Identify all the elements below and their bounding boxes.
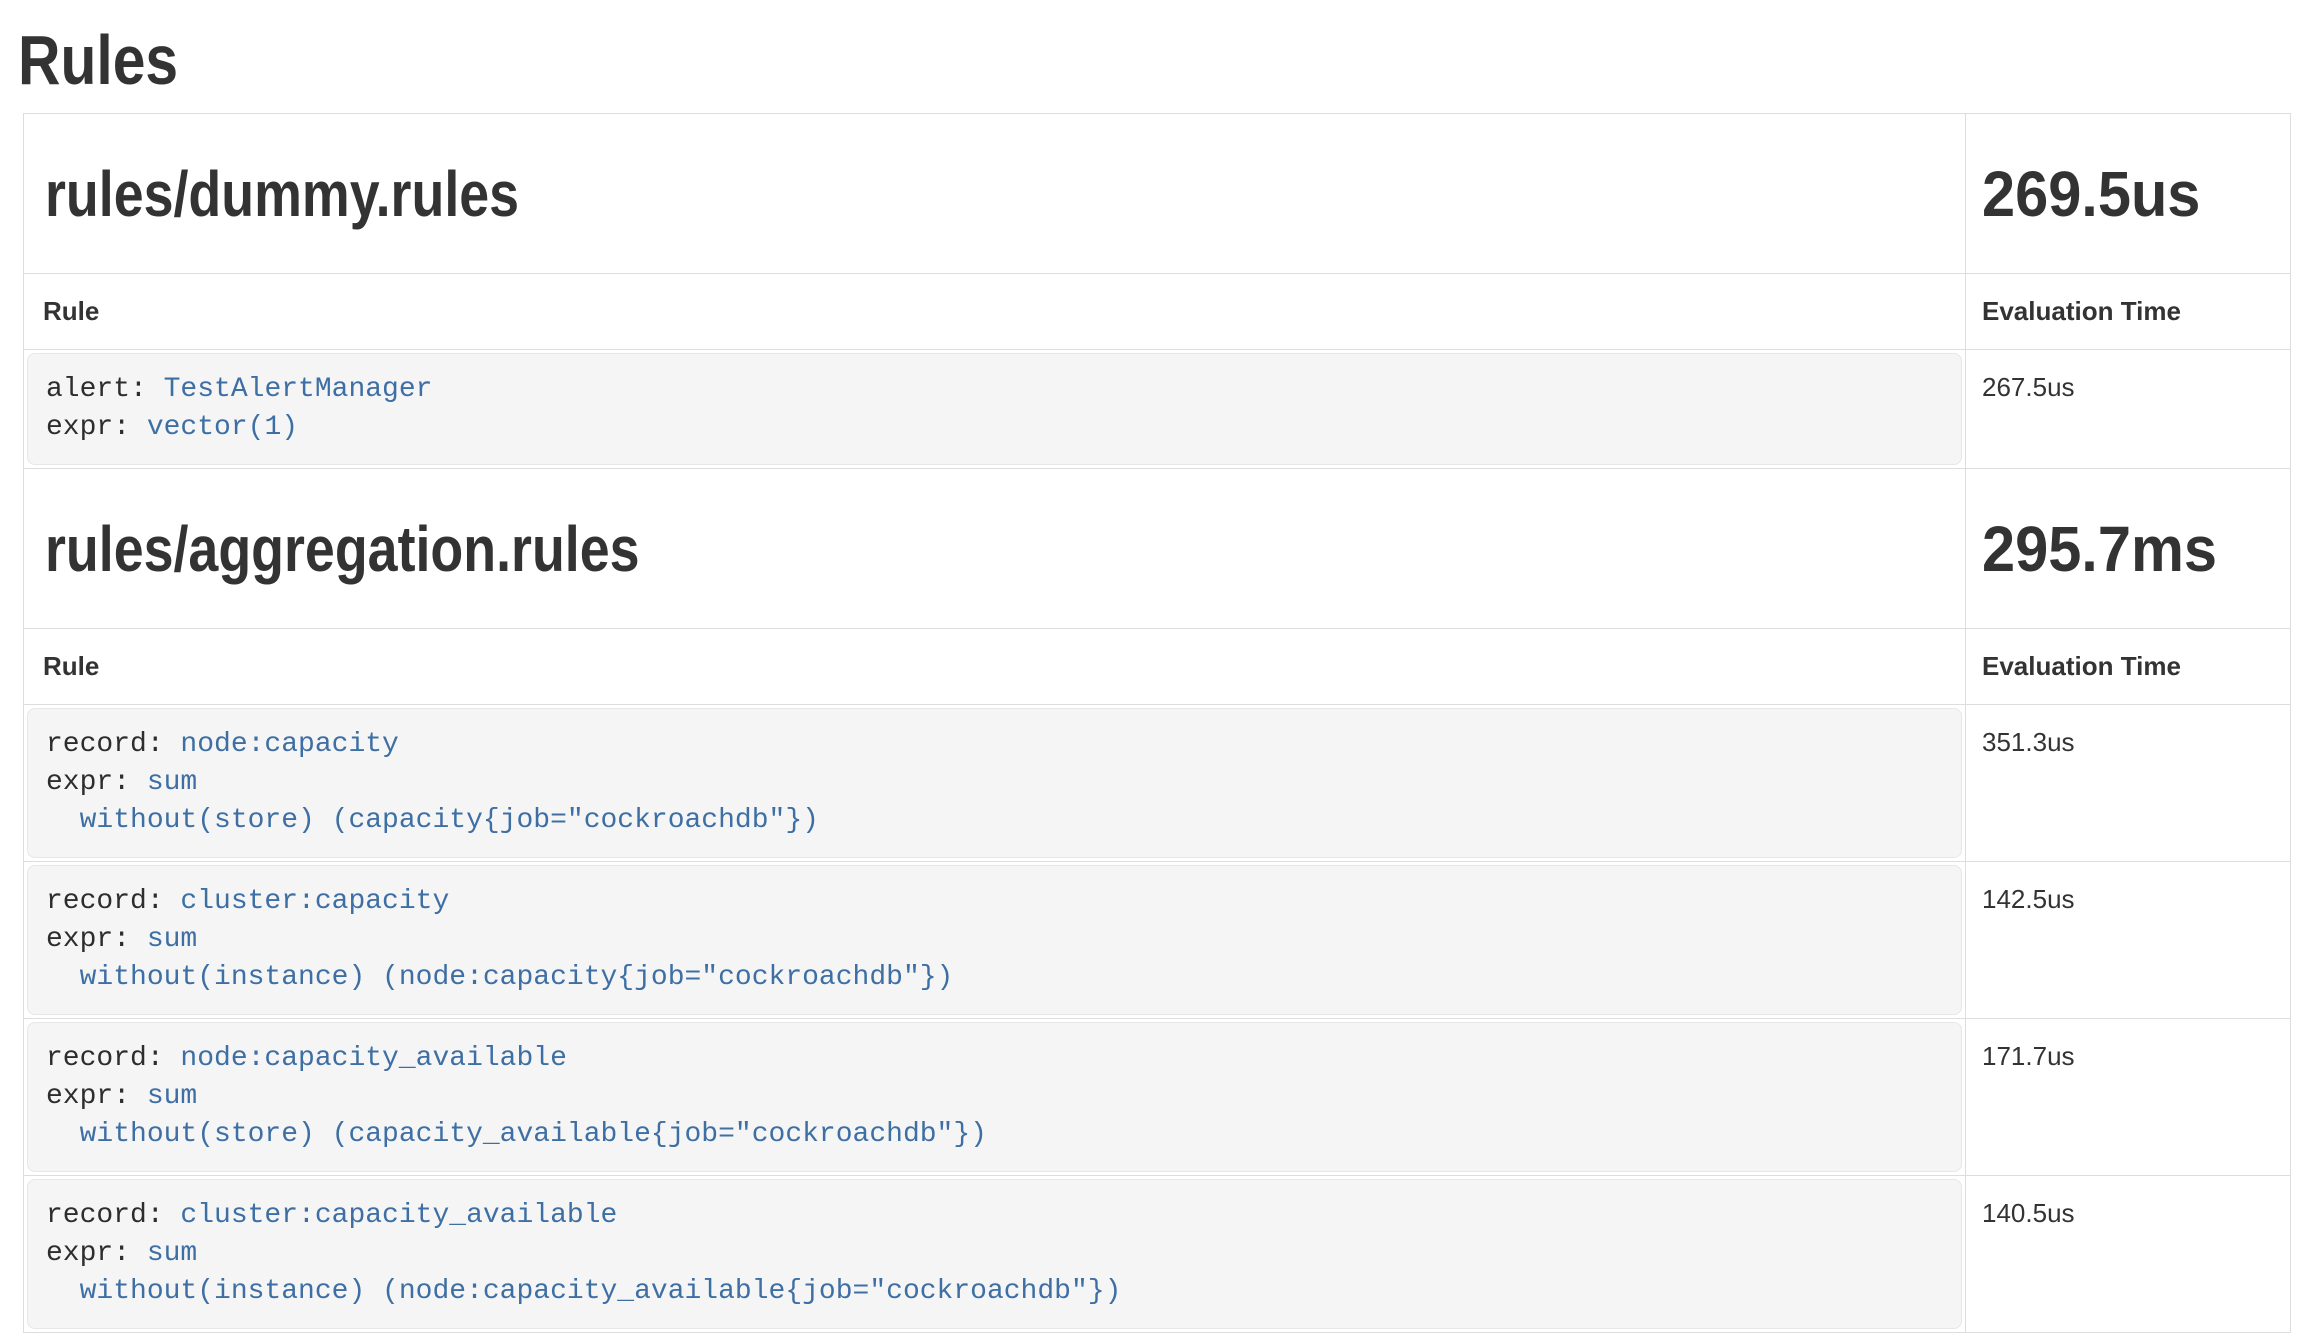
expression-link[interactable]: without(instance) (node:capacity{job="co… xyxy=(46,962,953,993)
expression-link[interactable]: sum xyxy=(147,1081,197,1112)
rule-column-header: Rule xyxy=(24,629,1966,705)
rule-group-header-row: rules/aggregation.rules 295.7ms xyxy=(24,469,2291,629)
expression-link[interactable]: node:capacity_available xyxy=(180,1043,566,1074)
rule-cell: record: cluster:capacity expr: sum witho… xyxy=(24,862,1966,1019)
rule-group-eval-cell: 295.7ms xyxy=(1966,469,2291,629)
column-header-row: RuleEvaluation Time xyxy=(24,274,2291,350)
rule-row: record: cluster:capacity_available expr:… xyxy=(24,1176,2291,1333)
expression-link[interactable]: cluster:capacity_available xyxy=(180,1200,617,1231)
rule-group-name: rules/aggregation.rules xyxy=(45,512,1658,586)
rule-group-name-cell: rules/aggregation.rules xyxy=(24,469,1966,629)
rule-group-header-row: rules/dummy.rules 269.5us xyxy=(24,114,2291,274)
rule-cell: record: cluster:capacity_available expr:… xyxy=(24,1176,1966,1333)
yaml-key: expr: xyxy=(46,1081,147,1112)
expression-link[interactable]: without(store) (capacity{job="cockroachd… xyxy=(46,805,819,836)
yaml-key: record: xyxy=(46,1043,180,1074)
rules-table-body: rules/dummy.rules269.5usRuleEvaluation T… xyxy=(24,114,2291,1333)
expression-link[interactable]: sum xyxy=(147,1238,197,1269)
rule-group-eval-cell: 269.5us xyxy=(1966,114,2291,274)
yaml-key: expr: xyxy=(46,1238,147,1269)
expression-link[interactable]: sum xyxy=(147,767,197,798)
rule-row: record: cluster:capacity expr: sum witho… xyxy=(24,862,2291,1019)
yaml-key: expr: xyxy=(46,767,147,798)
yaml-key: expr: xyxy=(46,924,147,955)
rule-cell: record: node:capacity expr: sum without(… xyxy=(24,705,1966,862)
yaml-key: expr: xyxy=(46,412,147,443)
yaml-key: record: xyxy=(46,886,180,917)
expression-link[interactable]: node:capacity xyxy=(180,729,398,760)
rule-evaluation-time: 267.5us xyxy=(1966,350,2291,469)
evaluation-time-column-header: Evaluation Time xyxy=(1966,629,2291,705)
rule-evaluation-time: 140.5us xyxy=(1966,1176,2291,1333)
rule-definition: alert: TestAlertManager expr: vector(1) xyxy=(27,353,1962,465)
rule-definition: record: node:capacity expr: sum without(… xyxy=(27,708,1962,858)
column-header-row: RuleEvaluation Time xyxy=(24,629,2291,705)
rule-definition: record: cluster:capacity expr: sum witho… xyxy=(27,865,1962,1015)
rule-row: record: node:capacity expr: sum without(… xyxy=(24,705,2291,862)
rule-group-evaluation-time: 295.7ms xyxy=(1982,512,2268,586)
rule-cell: alert: TestAlertManager expr: vector(1) xyxy=(24,350,1966,469)
rule-column-header: Rule xyxy=(24,274,1966,350)
rule-definition: record: node:capacity_available expr: su… xyxy=(27,1022,1962,1172)
yaml-key: record: xyxy=(46,729,180,760)
yaml-key: alert: xyxy=(46,374,164,405)
expression-link[interactable]: cluster:capacity xyxy=(180,886,449,917)
rule-evaluation-time: 142.5us xyxy=(1966,862,2291,1019)
rules-table: rules/dummy.rules269.5usRuleEvaluation T… xyxy=(23,113,2291,1333)
expression-link[interactable]: without(instance) (node:capacity_availab… xyxy=(46,1276,1121,1307)
expression-link[interactable]: sum xyxy=(147,924,197,955)
rule-cell: record: node:capacity_available expr: su… xyxy=(24,1019,1966,1176)
rule-group-name: rules/dummy.rules xyxy=(45,157,1658,231)
rule-row: record: node:capacity_available expr: su… xyxy=(24,1019,2291,1176)
expression-link[interactable]: without(store) (capacity_available{job="… xyxy=(46,1119,987,1150)
page-title: Rules xyxy=(18,22,1948,99)
expression-link[interactable]: TestAlertManager xyxy=(164,374,433,405)
yaml-key: record: xyxy=(46,1200,180,1231)
rule-group-evaluation-time: 269.5us xyxy=(1982,157,2268,231)
rule-evaluation-time: 171.7us xyxy=(1966,1019,2291,1176)
rule-row: alert: TestAlertManager expr: vector(1)2… xyxy=(24,350,2291,469)
rule-evaluation-time: 351.3us xyxy=(1966,705,2291,862)
expression-link[interactable]: vector(1) xyxy=(147,412,298,443)
rule-group-name-cell: rules/dummy.rules xyxy=(24,114,1966,274)
rule-definition: record: cluster:capacity_available expr:… xyxy=(27,1179,1962,1329)
evaluation-time-column-header: Evaluation Time xyxy=(1966,274,2291,350)
